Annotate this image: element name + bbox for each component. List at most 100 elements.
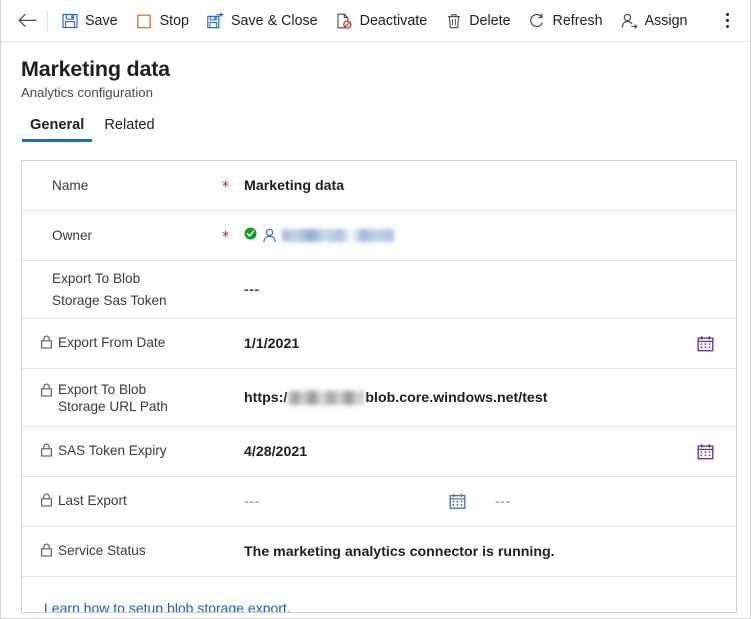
calendar-icon <box>697 443 714 459</box>
record-form-window: Save Stop Save & Close Deactivate Delete… <box>0 0 751 619</box>
required-indicator-placeholder <box>222 451 244 453</box>
required-indicator-placeholder <box>222 289 244 291</box>
delete-icon <box>445 12 462 29</box>
back-button[interactable] <box>9 6 45 36</box>
lock-icon <box>40 493 53 512</box>
field-value-last-export-time: --- <box>495 493 511 510</box>
asterisk-icon: * <box>222 228 229 245</box>
back-arrow-icon <box>17 13 36 28</box>
field-value-export-to-blob-storage-url-path[interactable]: https:/ blob.core.windows.net/test <box>244 390 718 406</box>
field-label-export-to-blob-storage-url-path: Export To Blob Storage URL Path <box>40 381 222 415</box>
assign-button-label: Assign <box>644 12 688 29</box>
field-value-export-to-blob-storage-sas-token[interactable]: --- <box>244 282 718 298</box>
field-label-name-text: Name <box>52 178 89 193</box>
field-value-export-from-date[interactable]: 1/1/2021 <box>244 336 718 352</box>
save-button-label: Save <box>85 12 118 29</box>
refresh-icon <box>529 12 546 29</box>
form-row-name: Name * Marketing data <box>22 161 736 211</box>
field-value-service-status[interactable]: The marketing analytics connector is run… <box>244 544 718 560</box>
save-and-close-icon <box>207 12 224 29</box>
field-value-owner[interactable] <box>244 227 718 245</box>
field-label-export-to-blob-storage-sas-token: Export To Blob Storage Sas Token <box>40 270 222 309</box>
person-icon <box>262 228 277 243</box>
form-row-export-to-blob-storage-url-path: Export To Blob Storage URL Path https:/ … <box>22 369 736 427</box>
calendar-icon <box>449 493 466 509</box>
refresh-button-label: Refresh <box>552 12 603 29</box>
form-row-service-status: Service Status The marketing analytics c… <box>22 527 736 577</box>
required-indicator-placeholder <box>222 501 244 503</box>
form-row-owner: Owner * <box>22 211 736 261</box>
field-label-owner-text: Owner <box>52 228 93 243</box>
tab-list: General Related <box>20 114 750 142</box>
field-label-export-from-date: Export From Date <box>40 334 222 354</box>
field-value-url-suffix: blob.core.windows.net/test <box>365 389 548 406</box>
learn-blob-storage-export-link[interactable]: Learn how to setup blob storage export. <box>44 600 291 613</box>
field-value-sas-token-text: --- <box>244 281 260 298</box>
form-row-last-export: Last Export --- --- <box>22 477 736 527</box>
save-and-close-button[interactable]: Save & Close <box>198 6 327 36</box>
assign-icon <box>621 12 638 29</box>
stop-icon <box>136 12 153 29</box>
field-label-line2: Storage Sas Token <box>52 293 167 308</box>
field-value-last-export-date: --- <box>244 493 260 510</box>
lock-icon <box>40 383 53 402</box>
stop-button-label: Stop <box>159 12 190 29</box>
calendar-picker-sas-token-expiry[interactable] <box>697 443 714 460</box>
field-label-line2: Storage URL Path <box>58 398 168 414</box>
general-tab-form: Name * Marketing data Owner * Export To … <box>21 160 737 613</box>
field-value-sas-token-expiry[interactable]: 4/28/2021 <box>244 444 718 460</box>
field-label-name: Name <box>40 177 222 194</box>
required-indicator-placeholder <box>222 397 244 399</box>
command-bar: Save Stop Save & Close Deactivate Delete… <box>1 0 750 42</box>
ellipsis-icon <box>725 13 729 28</box>
lock-icon <box>40 335 53 354</box>
save-and-close-button-label: Save & Close <box>231 12 318 29</box>
field-label-line1: Export To Blob <box>58 381 147 397</box>
field-value-name[interactable]: Marketing data <box>244 178 718 194</box>
field-label-last-export: Last Export <box>40 492 222 512</box>
field-label-owner: Owner <box>40 227 222 244</box>
field-value-last-export[interactable]: --- --- <box>244 494 718 510</box>
field-label-sas-token-expiry-text: SAS Token Expiry <box>58 442 167 458</box>
tab-general[interactable]: General <box>20 114 94 142</box>
tab-general-label: General <box>30 117 85 133</box>
assign-button[interactable]: Assign <box>612 6 697 36</box>
owner-name-redacted <box>282 229 394 242</box>
calendar-picker-export-from-date[interactable] <box>697 335 714 352</box>
deactivate-icon <box>336 12 353 29</box>
record-header: Marketing data Analytics configuration <box>1 42 750 101</box>
field-value-service-status-text: The marketing analytics connector is run… <box>244 543 555 560</box>
field-label-line1: Export To Blob <box>52 271 141 286</box>
stop-button[interactable]: Stop <box>127 6 198 36</box>
delete-button[interactable]: Delete <box>436 6 519 36</box>
save-button[interactable]: Save <box>52 6 127 36</box>
lock-icon <box>40 443 53 462</box>
tab-related-label: Related <box>104 117 155 133</box>
calendar-picker-last-export[interactable] <box>449 493 466 510</box>
tab-related[interactable]: Related <box>94 114 164 142</box>
field-label-service-status: Service Status <box>40 542 222 562</box>
field-value-sas-token-expiry-text: 4/28/2021 <box>244 443 308 460</box>
required-indicator-placeholder <box>222 551 244 553</box>
required-indicator-placeholder <box>222 343 244 345</box>
form-row-sas-token-expiry: SAS Token Expiry 4/28/2021 <box>22 427 736 477</box>
required-indicator-name: * <box>222 178 244 195</box>
save-icon <box>61 12 78 29</box>
url-account-redacted <box>288 390 365 405</box>
form-row-export-to-blob-storage-sas-token: Export To Blob Storage Sas Token --- <box>22 261 736 319</box>
toolbar-divider <box>47 9 48 32</box>
form-link-row: Learn how to setup blob storage export. <box>22 577 736 613</box>
page-subtitle: Analytics configuration <box>21 85 153 100</box>
deactivate-button[interactable]: Deactivate <box>327 6 437 36</box>
calendar-icon <box>697 335 714 351</box>
field-label-export-from-date-text: Export From Date <box>58 334 166 350</box>
refresh-button[interactable]: Refresh <box>520 6 612 36</box>
field-value-url-prefix: https:/ <box>244 389 288 406</box>
owner-lookup-chip[interactable] <box>244 227 394 245</box>
field-label-sas-token-expiry: SAS Token Expiry <box>40 442 222 462</box>
lock-icon <box>40 543 53 562</box>
more-commands-button[interactable] <box>712 6 742 36</box>
asterisk-icon: * <box>222 178 229 195</box>
field-label-service-status-text: Service Status <box>58 542 146 558</box>
page-title: Marketing data <box>21 57 170 81</box>
